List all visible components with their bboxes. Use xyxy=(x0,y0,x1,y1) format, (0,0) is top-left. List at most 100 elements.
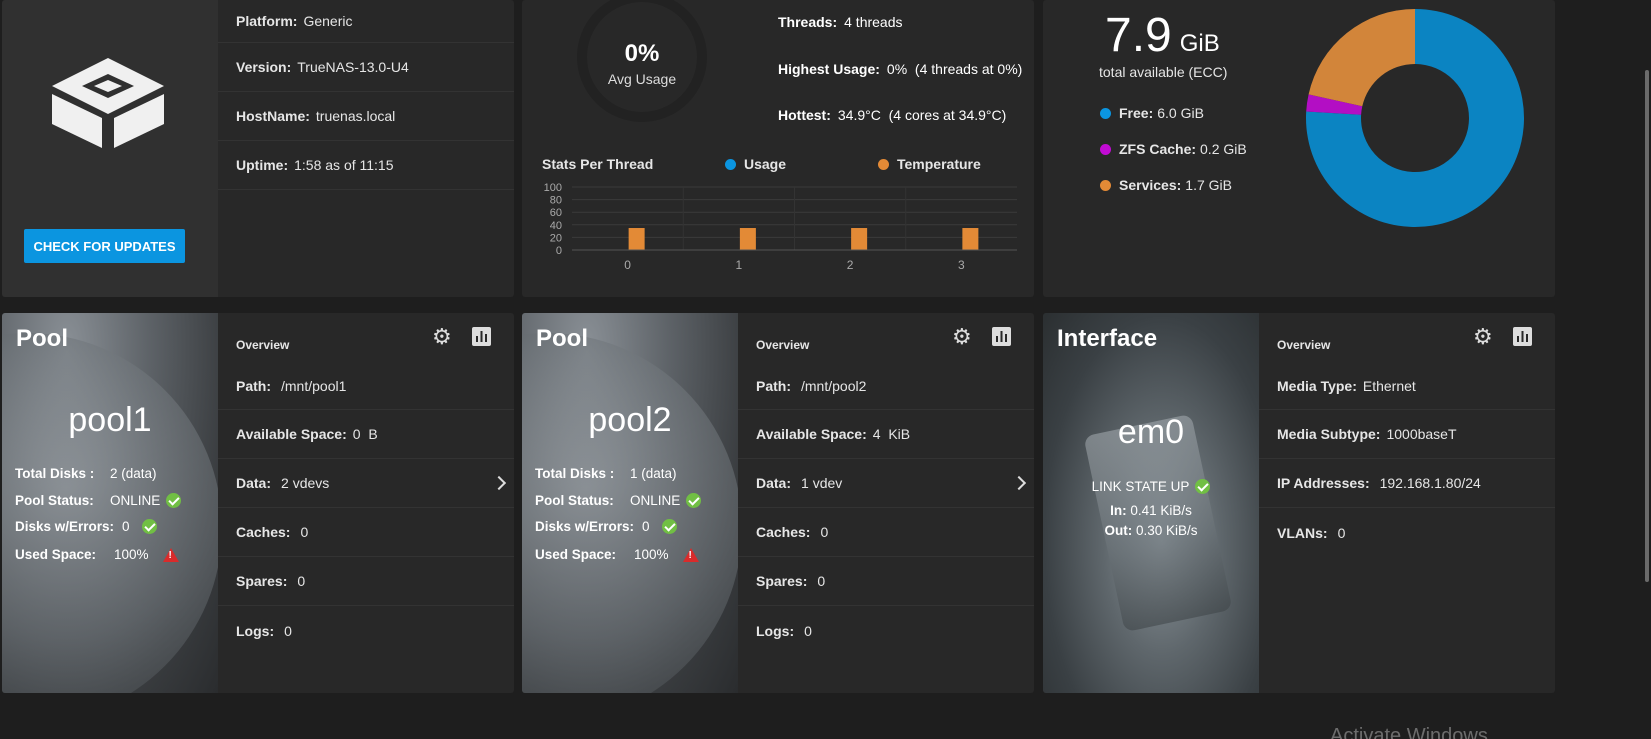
overview-heading: Overview xyxy=(756,337,810,352)
caches-label: Caches: xyxy=(756,524,811,540)
highest-usage-label: Highest Usage: xyxy=(778,61,880,77)
free-dot-icon xyxy=(1100,107,1111,119)
legend-usage[interactable]: Usage xyxy=(725,156,786,172)
y-tick-label: 100 xyxy=(544,182,562,194)
hostname-label: HostName: xyxy=(236,108,310,124)
caches-row: Caches: 0 xyxy=(218,508,514,557)
available-space-row: Available Space: 0 B xyxy=(218,410,514,459)
vlans-label: VLANs: xyxy=(1277,524,1328,541)
services-dot-icon xyxy=(1100,179,1111,191)
path-label: Path: xyxy=(756,377,791,394)
platform-row: Platform: Generic xyxy=(218,0,514,43)
legend-usage-label: Usage xyxy=(744,156,787,172)
version-value: TrueNAS-13.0-U4 xyxy=(297,59,409,75)
pool-card-title: Pool xyxy=(16,325,68,352)
chevron-right-icon[interactable] xyxy=(1011,475,1027,491)
spares-value: 0 xyxy=(297,573,306,589)
logs-label: Logs: xyxy=(756,622,795,639)
memory-legend-services: Services: 1.7 GiB xyxy=(1100,177,1232,193)
disks-errors-value: 0 xyxy=(642,519,650,534)
temperature-bar[interactable] xyxy=(628,228,645,250)
caches-value: 0 xyxy=(820,524,829,540)
vertical-scrollbar[interactable] xyxy=(1643,0,1651,739)
traffic-out-value: 0.30 KiB/s xyxy=(1135,523,1198,538)
available-space-row: Available Space: 4 KiB xyxy=(738,410,1034,459)
disks-with-errors: Disks w/Errors: 0 xyxy=(535,519,677,534)
traffic-out-label: Out: xyxy=(1104,523,1133,538)
pool1-card: Pool pool1 Total Disks : 2 (data) Pool S… xyxy=(2,313,514,693)
link-state-label: LINK STATE UP xyxy=(1091,479,1190,494)
avg-usage-gauge: 0% Avg Usage xyxy=(577,0,707,122)
data-value: 2 vdevs xyxy=(281,475,330,491)
avg-usage-value: 0% xyxy=(624,40,660,67)
legend-temperature-label: Temperature xyxy=(897,156,981,172)
traffic-in-value: 0.41 KiB/s xyxy=(1130,503,1192,518)
memory-total: 7.9 GiB xyxy=(1105,8,1220,63)
uptime-value: 1:58 as of 11:15 xyxy=(294,157,394,173)
disks-with-errors: Disks w/Errors: 0 xyxy=(15,519,157,534)
donut-slice-services[interactable] xyxy=(1308,9,1415,107)
available-space-label: Available Space: xyxy=(756,426,867,442)
pool-overview-list: Overview Path: /mnt/pool2 Available Spac… xyxy=(738,313,1034,655)
data-row[interactable]: Data: 2 vdevs xyxy=(218,459,514,508)
threads-value: 4 threads xyxy=(844,14,903,30)
check-circle-icon xyxy=(661,519,677,534)
memory-total-unit: GiB xyxy=(1179,30,1220,57)
pool-name: pool1 xyxy=(68,401,152,439)
platform-value: Generic xyxy=(303,13,353,29)
interface-card: Interface em0 LINK STATE UP In: 0.41 KiB… xyxy=(1043,313,1555,693)
media-subtype-label: Media Subtype: xyxy=(1277,426,1381,442)
memory-donut-chart xyxy=(1306,9,1524,227)
y-tick-label: 20 xyxy=(550,232,562,244)
data-value: 1 vdev xyxy=(801,475,843,491)
pool-name: pool2 xyxy=(588,401,672,439)
link-state: LINK STATE UP xyxy=(1043,479,1259,494)
check-for-updates-button[interactable]: CHECK FOR UPDATES xyxy=(24,229,185,263)
traffic-in-label: In: xyxy=(1110,503,1127,518)
used-space-label: Used Space: xyxy=(535,547,617,562)
legend-temperature[interactable]: Temperature xyxy=(878,156,981,172)
memory-legend-free: Free: 6.0 GiB xyxy=(1100,105,1204,121)
chevron-right-icon[interactable] xyxy=(491,475,507,491)
logs-value: 0 xyxy=(804,622,812,639)
disks-errors-value: 0 xyxy=(122,519,130,534)
data-row[interactable]: Data: 1 vdev xyxy=(738,459,1034,508)
ip-addresses-row: IP Addresses: 192.168.1.80/24 xyxy=(1259,459,1555,508)
pool-status: Pool Status: ONLINE xyxy=(15,493,182,508)
path-label: Path: xyxy=(236,377,271,394)
warning-icon xyxy=(682,547,699,562)
temperature-bar[interactable] xyxy=(962,228,979,250)
zfs-cache-dot-icon xyxy=(1100,143,1111,155)
hottest-stat: Hottest: 34.9°C (4 cores at 34.9°C) xyxy=(778,107,1006,123)
overview-heading: Overview xyxy=(236,337,290,352)
zfs-cache-label: ZFS Cache: xyxy=(1119,141,1197,157)
hostname-value: truenas.local xyxy=(315,108,396,124)
temperature-bar[interactable] xyxy=(851,228,868,250)
ip-addresses-value: 192.168.1.80/24 xyxy=(1379,475,1481,491)
warning-icon xyxy=(162,547,179,562)
activate-windows-watermark: Activate Windows xyxy=(1330,726,1488,739)
temperature-bar[interactable] xyxy=(739,228,756,250)
scrollbar-thumb[interactable] xyxy=(1645,70,1649,582)
caches-row: Caches: 0 xyxy=(738,508,1034,557)
threads-stat: Threads: 4 threads xyxy=(778,14,903,30)
data-label: Data: xyxy=(756,475,792,491)
interface-name: em0 xyxy=(1117,413,1185,451)
media-subtype-value: 1000baseT xyxy=(1386,426,1457,442)
data-label: Data: xyxy=(236,475,272,491)
hdd-platter-shape xyxy=(522,333,738,693)
total-disks-value: 2 (data) xyxy=(110,466,157,481)
available-space-value: 0 B xyxy=(352,426,378,442)
available-space-value: 4 KiB xyxy=(872,426,911,442)
free-value: 6.0 GiB xyxy=(1157,105,1204,121)
pool-card-title: Pool xyxy=(536,325,588,352)
memory-legend-zfs-cache: ZFS Cache: 0.2 GiB xyxy=(1100,141,1247,157)
x-tick-label: 1 xyxy=(736,258,743,272)
traffic-out: Out: 0.30 KiB/s xyxy=(1043,523,1259,538)
path-value: /mnt/pool2 xyxy=(801,377,867,394)
spares-row: Spares: 0 xyxy=(218,557,514,606)
threads-label: Threads: xyxy=(778,14,838,30)
x-tick-label: 0 xyxy=(624,258,631,272)
pool-status-value: ONLINE xyxy=(630,493,681,508)
memory-card: 7.9 GiB total available (ECC) Free: 6.0 … xyxy=(1043,0,1555,297)
